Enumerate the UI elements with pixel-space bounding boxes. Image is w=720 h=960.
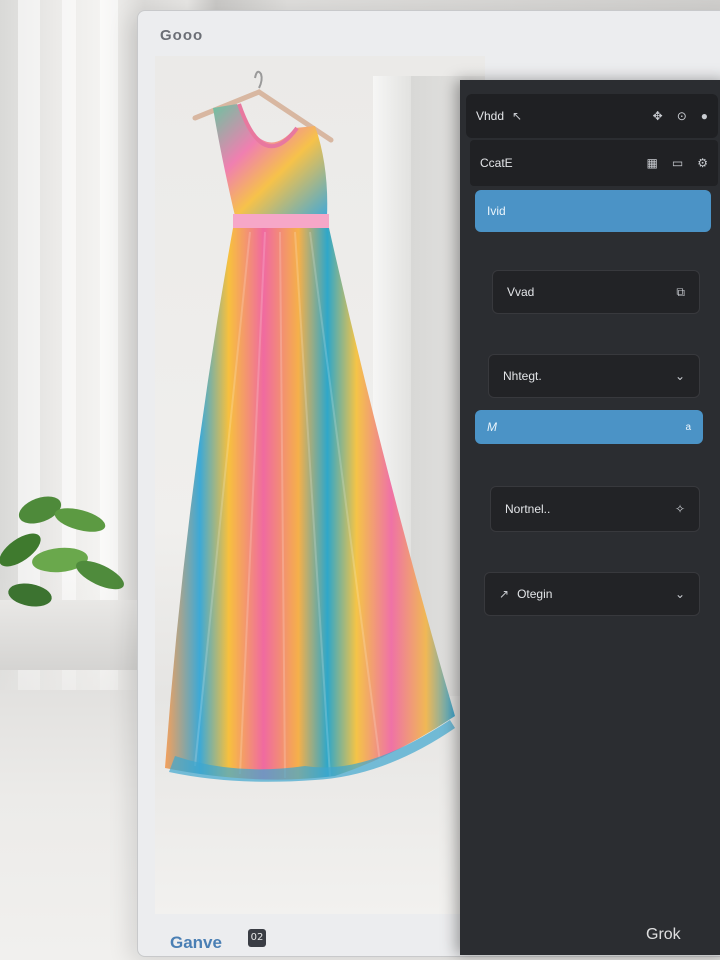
- tie-dye-dress-image: [165, 70, 455, 782]
- properties-panel: Vhdd ↖ ✥ ⊙ ● CcatE ▦ ▭ ⚙ Ivid Vvad ⧉ Nht…: [460, 80, 720, 955]
- cursor-icon[interactable]: ↖: [512, 109, 522, 123]
- settings-icon[interactable]: ⚙: [697, 156, 708, 170]
- move-icon[interactable]: ✥: [653, 109, 663, 123]
- monitor-brand-label: Gooo: [160, 27, 204, 44]
- panel-top-bar[interactable]: Vhdd ↖ ✥ ⊙ ●: [466, 94, 718, 138]
- panel-header-label: CcatE: [480, 156, 513, 170]
- canvas-area[interactable]: [155, 56, 485, 914]
- canvas-badge-icon: 02: [248, 929, 266, 947]
- option-dropdown-6-label: Otegin: [517, 587, 553, 601]
- option-field-2[interactable]: Vvad ⧉: [492, 270, 700, 314]
- panel-header: CcatE ▦ ▭ ⚙: [470, 140, 718, 186]
- option-row-4[interactable]: M a: [475, 410, 703, 444]
- option-field-5[interactable]: Nortnel.. ✧: [490, 486, 700, 532]
- target-icon[interactable]: ⊙: [677, 109, 687, 123]
- grid-icon[interactable]: ▦: [647, 156, 658, 170]
- option-row-4-trailing: a: [685, 421, 691, 433]
- grok-watermark: Grok: [646, 926, 681, 943]
- chevron-down-icon: ⌄: [674, 369, 685, 383]
- copy-icon[interactable]: ⧉: [676, 285, 685, 300]
- option-dropdown-6[interactable]: ↗ Otegin ⌄: [484, 572, 700, 616]
- image-icon[interactable]: ▭: [672, 156, 683, 170]
- option-field-5-label: Nortnel..: [505, 502, 551, 516]
- canvas-brand-logo: Ganve: [170, 933, 222, 952]
- chevron-down-icon: ⌄: [674, 587, 685, 601]
- option-row-1[interactable]: Ivid: [475, 190, 711, 232]
- option-dropdown-3-label: Nhtegt.: [503, 369, 542, 383]
- plant: [0, 496, 124, 607]
- sparkle-icon[interactable]: ✧: [675, 502, 685, 516]
- dot-icon[interactable]: ●: [701, 109, 708, 123]
- wand-icon: ↗: [499, 587, 510, 601]
- option-row-4-label: M: [487, 420, 497, 434]
- option-field-2-label: Vvad: [507, 285, 535, 299]
- panel-top-label: Vhdd: [476, 109, 505, 123]
- option-row-1-label: Ivid: [487, 204, 506, 218]
- option-dropdown-3[interactable]: Nhtegt. ⌄: [488, 354, 700, 398]
